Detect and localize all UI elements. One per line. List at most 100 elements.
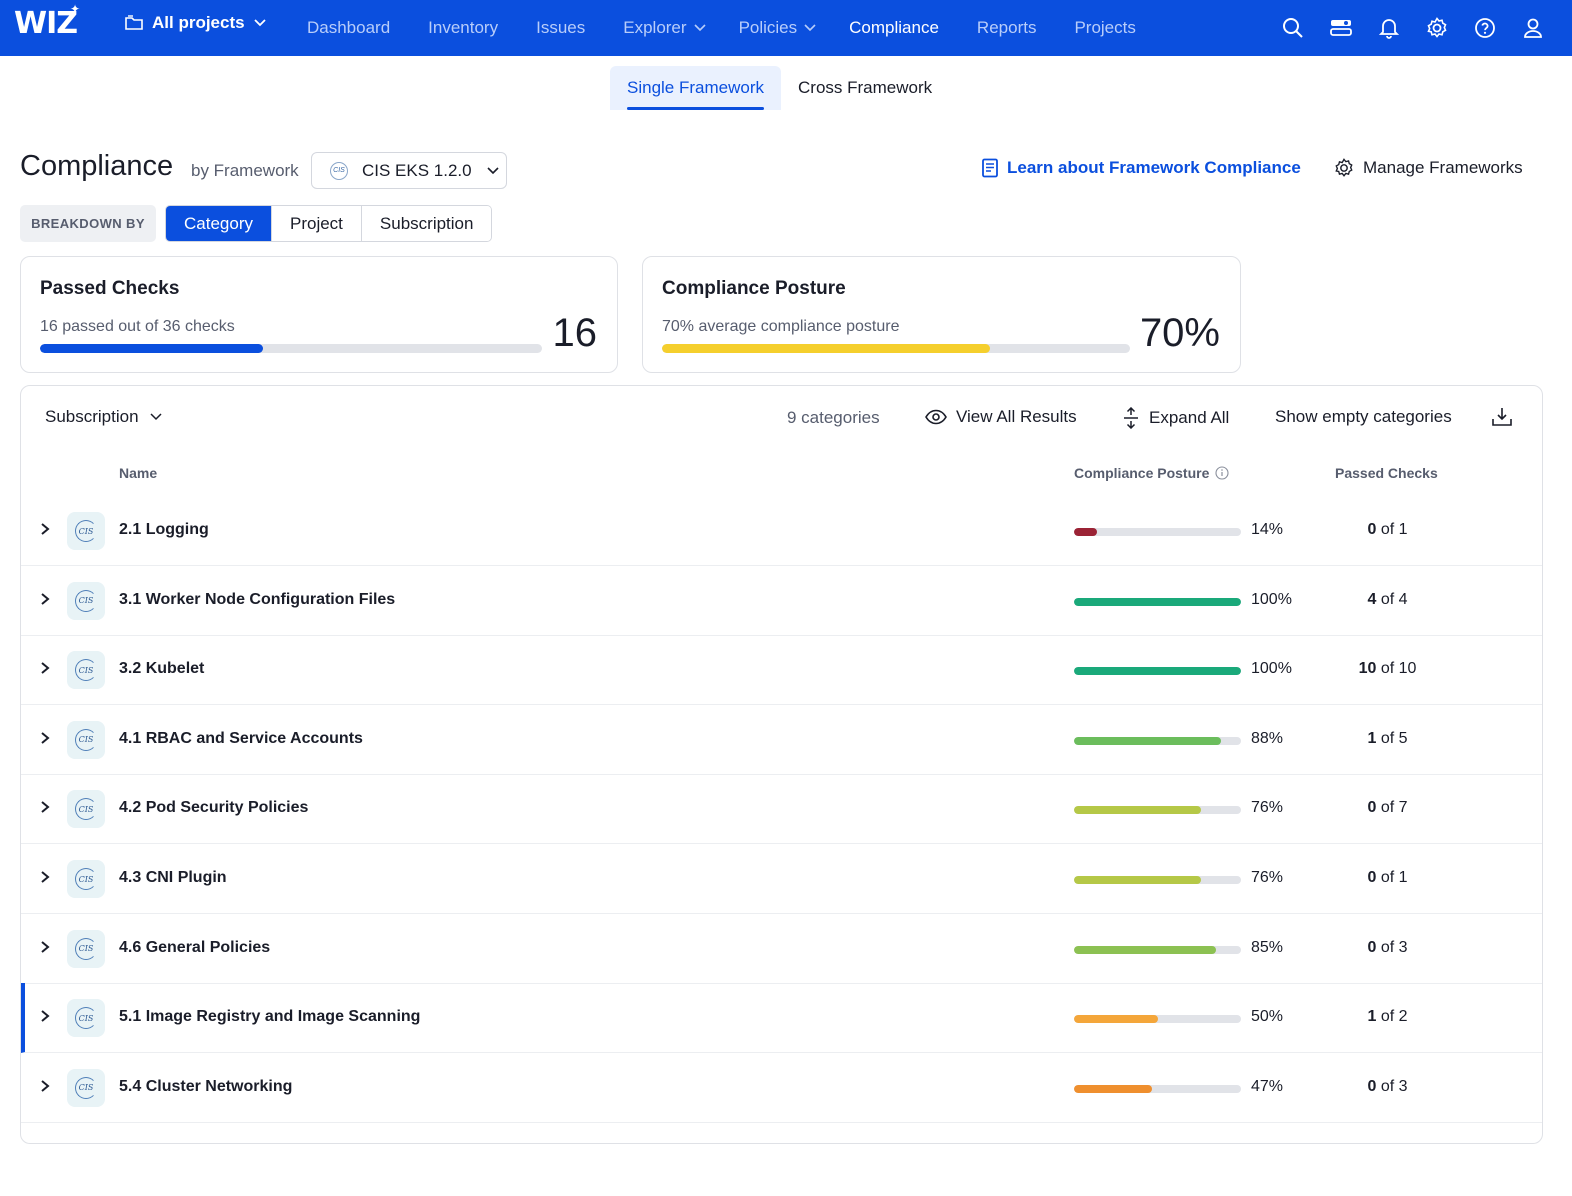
category-count: 9 categories	[787, 408, 880, 427]
user-icon[interactable]	[1520, 15, 1546, 41]
nav-reports[interactable]: Reports	[977, 18, 1037, 38]
column-header-name[interactable]: Name	[119, 465, 157, 481]
chevron-right-icon[interactable]	[38, 1009, 52, 1023]
project-selector-label: All projects	[152, 13, 245, 32]
eye-icon	[925, 409, 947, 425]
toggle-panel-icon[interactable]	[1328, 15, 1354, 41]
table-row[interactable]: CIS 4.6 General Policies 85% 0 of 3	[21, 914, 1542, 984]
breakdown-project[interactable]: Project	[271, 206, 362, 241]
wiz-logo[interactable]: WIZ	[14, 6, 78, 41]
nav-issues[interactable]: Issues	[536, 18, 585, 38]
tab-single-framework[interactable]: Single Framework	[610, 66, 781, 110]
bell-icon[interactable]	[1376, 15, 1402, 41]
row-passed-count: 4	[1367, 590, 1377, 608]
row-posture-bar-fill	[1074, 1084, 1153, 1093]
chevron-right-icon[interactable]	[38, 661, 52, 675]
row-posture-value: 14%	[1251, 521, 1284, 538]
row-posture-value: 76%	[1251, 869, 1284, 886]
column-header-posture[interactable]: Compliance Posture	[1074, 465, 1229, 481]
row-name: 4.3 CNI Plugin	[119, 869, 227, 886]
compliance-posture-value: 70%	[1139, 311, 1220, 355]
breakdown-subscription[interactable]: Subscription	[361, 206, 492, 241]
download-icon[interactable]	[1491, 406, 1513, 428]
row-passed-checks: 1 of 2	[1336, 1008, 1439, 1026]
passed-checks-subtitle: 16 passed out of 36 checks	[40, 318, 235, 335]
row-passed-checks: 0 of 7	[1336, 799, 1439, 817]
learn-link-label: Learn about Framework Compliance	[1007, 158, 1301, 177]
framework-select[interactable]: CIS CIS EKS 1.2.0	[311, 152, 507, 189]
column-header-posture-label: Compliance Posture	[1074, 465, 1210, 481]
nav-dashboard[interactable]: Dashboard	[307, 18, 390, 38]
row-passed-checks: 0 of 1	[1336, 869, 1439, 887]
row-posture-bar	[1074, 876, 1241, 884]
chevron-right-icon[interactable]	[38, 870, 52, 884]
chevron-right-icon[interactable]	[38, 731, 52, 745]
view-all-results-label: View All Results	[956, 407, 1077, 426]
group-by-select[interactable]: Subscription	[45, 407, 163, 427]
nav-inventory[interactable]: Inventory	[428, 18, 498, 38]
row-posture-bar-fill	[1074, 597, 1241, 606]
project-selector[interactable]: All projects	[124, 13, 267, 33]
info-icon[interactable]	[1215, 466, 1229, 480]
table-row[interactable]: CIS 4.2 Pod Security Policies 76% 0 of 7	[21, 774, 1542, 845]
table-row[interactable]: CIS 4.3 CNI Plugin 76% 0 of 1	[21, 844, 1542, 914]
table-row[interactable]: CIS 5.4 Cluster Networking 47% 0 of 3	[21, 1053, 1542, 1123]
gear-icon[interactable]	[1424, 15, 1450, 41]
expand-all-button[interactable]: Expand All	[1122, 407, 1229, 429]
row-posture-bar	[1074, 597, 1241, 606]
row-passed-checks: 0 of 1	[1336, 521, 1439, 539]
chevron-right-icon[interactable]	[38, 1079, 52, 1093]
nav-policies[interactable]: Policies	[739, 18, 818, 38]
chevron-right-icon[interactable]	[38, 522, 52, 536]
cis-logo-icon: CIS	[67, 1068, 105, 1107]
passed-checks-value: 16	[552, 311, 598, 355]
cis-logo-icon: CIS	[67, 512, 105, 550]
row-total-checks: of 3	[1380, 1077, 1408, 1095]
expand-all-label: Expand All	[1149, 408, 1230, 427]
row-posture-bar-fill	[1074, 806, 1201, 815]
chevron-right-icon[interactable]	[38, 940, 52, 954]
manage-frameworks-label: Manage Frameworks	[1363, 158, 1523, 177]
show-empty-categories-toggle[interactable]: Show empty categories	[1275, 407, 1452, 427]
table-row[interactable]: CIS 4.1 RBAC and Service Accounts 88% 1 of …	[21, 705, 1542, 775]
row-posture-bar-fill	[1074, 945, 1216, 954]
breakdown-category[interactable]: Category	[166, 206, 272, 241]
manage-frameworks-button[interactable]: Manage Frameworks	[1334, 158, 1523, 178]
row-posture-bar	[1074, 945, 1241, 954]
nav-compliance[interactable]: Compliance	[849, 18, 939, 38]
chevron-right-icon[interactable]	[38, 592, 52, 606]
table-row[interactable]: CIS 5.1 Image Registry and Image Scanning…	[21, 983, 1542, 1054]
logo-sparkle-icon: ✦	[70, 2, 81, 16]
view-all-results-button[interactable]: View All Results	[925, 407, 1077, 427]
help-icon[interactable]	[1472, 15, 1498, 41]
chevron-right-icon[interactable]	[38, 800, 52, 814]
row-posture-value: 100%	[1251, 660, 1292, 678]
compliance-posture-title: Compliance Posture	[662, 278, 846, 299]
chevron-down-icon	[693, 24, 706, 32]
framework-select-value: CIS EKS 1.2.0	[362, 160, 472, 180]
row-name: 2.1 Logging	[119, 521, 209, 538]
compliance-posture-subtitle: 70% average compliance posture	[662, 318, 900, 335]
row-name: 5.4 Cluster Networking	[119, 1077, 293, 1095]
nav-projects[interactable]: Projects	[1074, 18, 1135, 38]
row-passed-count: 1	[1367, 729, 1377, 747]
chevron-down-icon	[253, 19, 266, 27]
table-row[interactable]: CIS 2.1 Logging 14% 0 of 1	[21, 496, 1542, 566]
row-passed-count: 1	[1367, 1008, 1377, 1026]
column-header-passed-checks[interactable]: Passed Checks	[1335, 465, 1438, 481]
passed-checks-title: Passed Checks	[40, 278, 180, 299]
compliance-posture-card: Compliance Posture 70% average complianc…	[642, 256, 1241, 373]
cis-logo-icon: CIS	[67, 860, 105, 898]
table-row[interactable]: CIS 3.2 Kubelet 100% 10 of 10	[21, 635, 1542, 706]
learn-framework-compliance-link[interactable]: Learn about Framework Compliance	[981, 158, 1301, 178]
passed-checks-card: Passed Checks 16 passed out of 36 checks…	[20, 256, 618, 373]
nav-explorer[interactable]: Explorer	[623, 18, 706, 38]
row-total-checks: of 1	[1380, 869, 1408, 886]
row-posture-value: 76%	[1251, 799, 1284, 817]
cis-logo-icon: CIS	[67, 790, 105, 829]
row-passed-checks: 10 of 10	[1336, 660, 1439, 678]
tab-cross-framework[interactable]: Cross Framework	[781, 66, 949, 110]
row-name: 5.1 Image Registry and Image Scanning	[119, 1008, 421, 1026]
table-row[interactable]: CIS 3.1 Worker Node Configuration Files 10…	[21, 566, 1542, 636]
search-icon[interactable]	[1280, 15, 1306, 41]
